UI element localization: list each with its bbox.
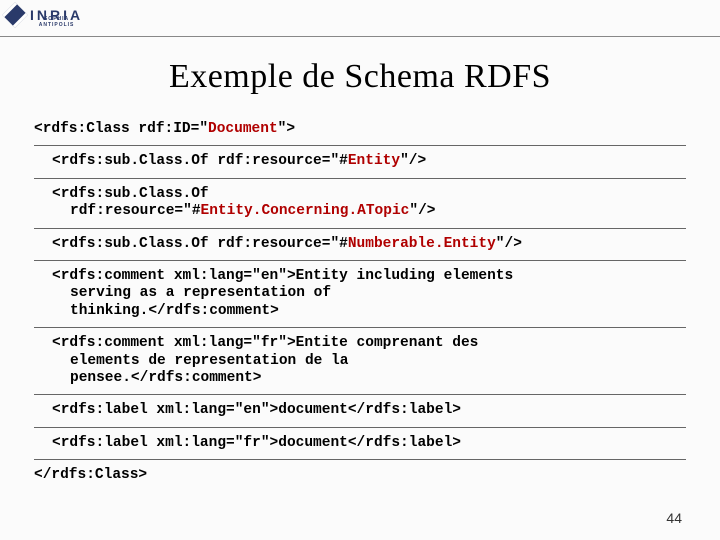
code-text: <rdfs:Class rdf:ID=" [34,121,208,137]
slide-title: Exemple de Schema RDFS [0,0,720,96]
code-text: <rdfs:sub.Class.Of [34,186,686,203]
code-text: "/> [409,203,435,219]
code-text: serving as a representation of [34,285,686,302]
code-text: "/> [400,153,426,169]
code-highlight: Entity [348,153,400,169]
code-line-class-close: </rdfs:Class> [34,460,686,491]
code-text: "> [278,121,295,137]
code-line-subclass-numberable: <rdfs:sub.Class.Of rdf:resource="#Number… [34,229,686,261]
code-line-subclass-topic: <rdfs:sub.Class.Of rdf:resource="#Entity… [34,179,686,229]
code-line-class-open: <rdfs:Class rdf:ID="Document"> [34,114,686,146]
logo-mark-icon [2,2,27,27]
code-block: <rdfs:Class rdf:ID="Document"> <rdfs:sub… [0,114,720,491]
code-highlight: Numberable.Entity [348,236,496,252]
code-text: </rdfs:Class> [34,467,147,483]
code-text: <rdfs:label xml:lang="en">document</rdfs… [34,402,686,419]
code-highlight: Document [208,121,278,137]
code-line-comment-en: <rdfs:comment xml:lang="en">Entity inclu… [34,261,686,328]
code-text: thinking.</rdfs:comment> [34,303,686,320]
code-line-label-fr: <rdfs:label xml:lang="fr">document</rdfs… [34,428,686,460]
code-text: <rdfs:sub.Class.Of rdf:resource="# [52,153,348,169]
code-text: <rdfs:comment xml:lang="fr">Entite compr… [34,335,686,352]
code-text: <rdfs:sub.Class.Of rdf:resource="# [52,236,348,252]
code-highlight: Entity.Concerning.ATopic [201,203,410,219]
code-text: <rdfs:label xml:lang="fr">document</rdfs… [34,435,686,452]
logo-text: INRIA SOPHIA ANTIPOLIS [30,7,83,23]
code-text: "/> [496,236,522,252]
code-line-subclass-entity: <rdfs:sub.Class.Of rdf:resource="#Entity… [34,146,686,178]
code-text: <rdfs:comment xml:lang="en">Entity inclu… [34,268,686,285]
code-line-label-en: <rdfs:label xml:lang="en">document</rdfs… [34,395,686,427]
code-text: elements de representation de la [34,353,686,370]
page-number: 44 [666,510,682,526]
code-text: rdf:resource="# [70,203,201,219]
header-divider [0,36,720,37]
code-text: pensee.</rdfs:comment> [34,370,686,387]
inria-logo: INRIA SOPHIA ANTIPOLIS [6,6,83,24]
logo-subtitle: SOPHIA ANTIPOLIS [30,16,83,28]
code-line-comment-fr: <rdfs:comment xml:lang="fr">Entite compr… [34,328,686,395]
